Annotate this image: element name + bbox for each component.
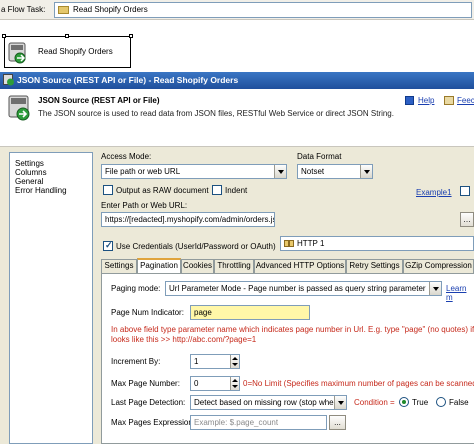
increment-by-value: 1	[194, 357, 199, 366]
max-pages-expression-placeholder: Example: $.page_count	[194, 418, 279, 427]
chevron-down-icon[interactable]	[274, 165, 286, 178]
access-mode-value: File path or web URL	[105, 167, 181, 176]
canvas-task-component[interactable]: Read Shopify Orders	[2, 34, 133, 68]
increment-by-input[interactable]: 1	[190, 354, 240, 369]
paging-mode-value: Url Parameter Mode - Page number is pass…	[169, 284, 426, 293]
canvas-task-name: Read Shopify Orders	[38, 47, 113, 56]
help-link[interactable]: Help	[418, 96, 434, 105]
use-credentials-label: Use Credentials (UserId/Password or OAut…	[116, 242, 276, 251]
help-icon[interactable]	[405, 96, 414, 105]
nav-item-columns[interactable]: Columns	[15, 168, 47, 177]
header-description: The JSON source is used to read data fro…	[38, 109, 394, 118]
json-source-icon	[8, 95, 30, 121]
settings-nav: Settings Columns General Error Handling	[9, 152, 93, 444]
output-raw-checkbox[interactable]	[103, 185, 113, 195]
max-page-number-hint: 0=No Limit (Specifies maximum number of …	[243, 379, 474, 388]
example-link[interactable]: Example1	[416, 188, 452, 197]
page-num-hint-line2: looks like this >> http://abc.com/?page=…	[111, 335, 257, 344]
data-format-label: Data Format	[297, 152, 342, 161]
dialog-header: JSON Source (REST API or File) The JSON …	[0, 89, 474, 147]
page-num-indicator-input[interactable]: page	[190, 305, 310, 320]
chevron-down-icon[interactable]	[360, 165, 372, 178]
nav-item-general[interactable]: General	[15, 177, 43, 186]
output-raw-label: Output as RAW document	[116, 186, 209, 195]
json-source-icon	[3, 74, 14, 86]
data-format-value: Notset	[301, 167, 325, 176]
json-source-icon	[8, 42, 26, 64]
resize-handle[interactable]	[2, 34, 6, 38]
paging-mode-label: Paging mode:	[111, 284, 161, 293]
pagination-panel: Paging mode: Url Parameter Mode - Page n…	[101, 273, 474, 444]
tab-settings[interactable]: Settings	[101, 259, 137, 273]
data-flow-task-selector[interactable]: Read Shopify Orders	[54, 2, 472, 18]
increment-by-stepper[interactable]	[230, 355, 239, 368]
connection-select[interactable]: HTTP 1	[280, 236, 474, 251]
design-canvas: Read Shopify Orders	[0, 20, 474, 72]
data-flow-task-label: a Flow Task:	[1, 5, 46, 14]
tab-gzip-compression[interactable]: GZip Compression	[403, 259, 474, 273]
max-pages-expression-browse-button[interactable]: ...	[329, 415, 346, 430]
max-pages-expression-input[interactable]: Example: $.page_count	[190, 415, 327, 430]
data-flow-task-icon	[58, 6, 69, 14]
condition-label: Condition =	[354, 398, 395, 407]
learn-more-link[interactable]: Learn m	[446, 284, 474, 302]
indent-checkbox[interactable]	[212, 185, 222, 195]
dialog-body: Settings Columns General Error Handling …	[0, 147, 474, 444]
access-mode-select[interactable]: File path or web URL	[101, 164, 287, 179]
condition-false-label: False	[449, 398, 469, 407]
header-title: JSON Source (REST API or File)	[38, 96, 160, 105]
last-page-detection-label: Last Page Detection:	[111, 398, 186, 407]
dialog-title: JSON Source (REST API or File) - Read Sh…	[17, 75, 239, 85]
last-page-detection-select[interactable]: Detect based on missing row (stop when	[190, 395, 347, 410]
data-flow-task-bar: a Flow Task: Read Shopify Orders	[0, 0, 474, 20]
path-input[interactable]: https://[redacted].myshopify.com/admin/o…	[101, 212, 275, 227]
tab-cookies[interactable]: Cookies	[181, 259, 214, 273]
condition-false-radio[interactable]	[436, 397, 446, 407]
max-page-number-input[interactable]: 0	[190, 376, 240, 391]
max-page-number-value: 0	[194, 379, 199, 388]
extra-checkbox[interactable]	[460, 186, 470, 196]
tab-throttling[interactable]: Throttling	[214, 259, 254, 273]
browse-path-button[interactable]: …	[460, 212, 474, 227]
chevron-down-icon[interactable]	[334, 396, 346, 409]
indent-label: Indent	[225, 186, 248, 195]
access-mode-label: Access Mode:	[101, 152, 152, 161]
nav-item-settings[interactable]: Settings	[15, 159, 44, 168]
settings-tabs: Settings Pagination Cookies Throttling A…	[101, 258, 474, 274]
tab-pagination[interactable]: Pagination	[137, 258, 181, 274]
max-pages-expression-label: Max Pages Expression	[111, 418, 193, 427]
tab-retry-settings[interactable]: Retry Settings	[346, 259, 403, 273]
feedback-link[interactable]: Feec	[457, 96, 474, 105]
use-credentials-checkbox[interactable]	[103, 240, 113, 251]
max-page-number-stepper[interactable]	[230, 377, 239, 390]
condition-true-radio[interactable]	[399, 397, 409, 407]
resize-handle[interactable]	[129, 34, 133, 38]
path-label: Enter Path or Web URL:	[101, 201, 188, 210]
connection-value: HTTP 1	[297, 239, 325, 248]
page-num-hint-line1: In above field type parameter name which…	[111, 325, 474, 334]
nav-item-error-handling[interactable]: Error Handling	[15, 186, 67, 195]
data-flow-task-value: Read Shopify Orders	[73, 5, 148, 14]
connection-icon	[284, 240, 294, 247]
paging-mode-select[interactable]: Url Parameter Mode - Page number is pass…	[165, 281, 442, 296]
max-page-number-label: Max Page Number:	[111, 379, 180, 388]
increment-by-label: Increment By:	[111, 357, 161, 366]
page-num-indicator-label: Page Num Indicator:	[111, 308, 184, 317]
data-format-select[interactable]: Notset	[297, 164, 373, 179]
condition-true-label: True	[412, 398, 429, 407]
resize-handle[interactable]	[65, 34, 69, 38]
feedback-icon[interactable]	[444, 96, 454, 105]
chevron-down-icon[interactable]	[429, 282, 441, 295]
tab-advanced-http-options[interactable]: Advanced HTTP Options	[254, 259, 346, 273]
path-value: https://[redacted].myshopify.com/admin/o…	[105, 215, 275, 224]
last-page-detection-value: Detect based on missing row (stop when	[194, 398, 339, 407]
page-num-indicator-value: page	[194, 308, 212, 317]
dialog-title-bar: JSON Source (REST API or File) - Read Sh…	[0, 72, 474, 89]
